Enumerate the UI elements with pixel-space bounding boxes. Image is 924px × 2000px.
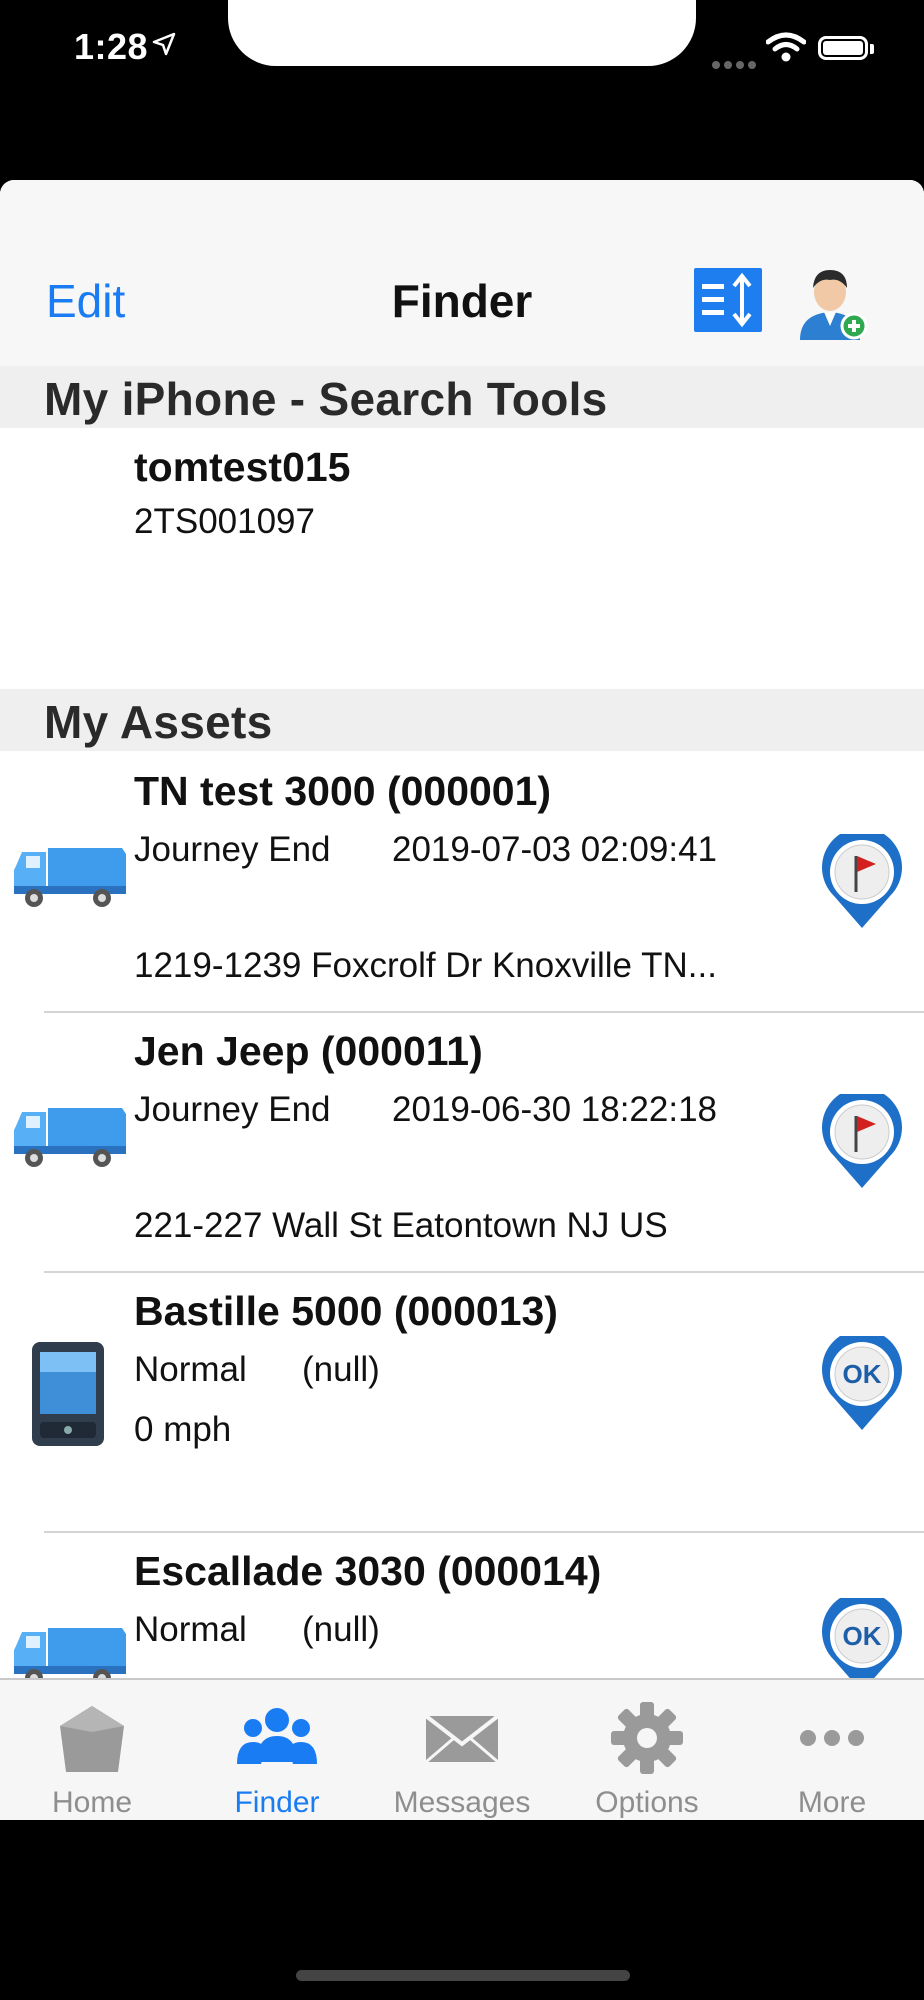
wifi-icon <box>766 32 806 62</box>
asset-timestamp: 2019-06-30 18:22:18 <box>392 1090 717 1129</box>
tab-label: Finder <box>234 1786 320 1819</box>
asset-timestamp: 2019-07-03 02:09:41 <box>392 830 717 869</box>
tab-home[interactable]: Home <box>0 1680 184 1820</box>
tab-options[interactable]: Options <box>555 1680 739 1820</box>
tab-finder[interactable]: Finder <box>185 1680 369 1820</box>
row-divider <box>44 1011 924 1013</box>
section-header-my-assets: My Assets <box>0 689 924 751</box>
row-divider <box>44 1531 924 1533</box>
gear-icon <box>611 1702 683 1774</box>
status-bar: 1:28 <box>0 0 924 180</box>
home-indicator[interactable] <box>296 1970 630 1981</box>
tab-bar: Home Finder Messages Options More <box>0 1678 924 1820</box>
asset-timestamp: (null) <box>302 1350 380 1389</box>
asset-address: 1219-1239 Foxcrolf Dr Knoxville TN... <box>134 946 717 985</box>
app-screen: Finder Edit My iPhone - Search Tools tom… <box>0 180 924 1820</box>
navigation-bar: Finder Edit <box>0 180 924 367</box>
tab-messages[interactable]: Messages <box>370 1680 554 1820</box>
asset-status: Normal <box>134 1610 247 1649</box>
device-name: tomtest015 <box>134 444 351 490</box>
asset-timestamp: (null) <box>302 1610 380 1649</box>
asset-status: Journey End <box>134 1090 331 1129</box>
location-arrow-icon <box>152 32 176 56</box>
notch <box>228 0 696 66</box>
row-divider <box>44 1271 924 1273</box>
page-title: Finder <box>391 275 533 327</box>
add-user-icon[interactable] <box>794 262 870 342</box>
asset-title: TN test 3000 (000001) <box>134 768 552 814</box>
sort-list-icon[interactable] <box>694 268 762 332</box>
tab-label: More <box>797 1786 867 1819</box>
ok-pin-icon[interactable]: OK <box>814 1336 910 1432</box>
ok-label: OK <box>843 1621 882 1651</box>
section-title: My Assets <box>44 696 273 748</box>
envelope-icon <box>424 1714 500 1764</box>
battery-tip <box>870 44 874 54</box>
device-id: 2TS001097 <box>134 502 315 541</box>
cellular-signal-icon <box>712 56 760 74</box>
asset-status: Journey End <box>134 830 331 869</box>
more-dots-icon <box>800 1730 864 1746</box>
asset-title: Bastille 5000 (000013) <box>134 1288 558 1334</box>
edit-button[interactable]: Edit <box>46 274 125 328</box>
tab-label: Home <box>51 1786 133 1819</box>
section-header-my-iphone: My iPhone - Search Tools <box>0 366 924 428</box>
asset-speed: 0 mph <box>134 1410 232 1449</box>
status-time: 1:28 <box>74 26 149 67</box>
asset-title: Jen Jeep (000011) <box>134 1028 483 1074</box>
people-icon <box>237 1708 317 1764</box>
truck-icon <box>14 848 126 907</box>
home-icon <box>60 1706 124 1772</box>
asset-status: Normal <box>134 1350 247 1389</box>
section-title: My iPhone - Search Tools <box>44 373 608 425</box>
battery-icon <box>818 36 868 60</box>
truck-icon <box>14 1108 126 1167</box>
ok-label: OK <box>843 1359 882 1389</box>
asset-title: Escallade 3030 (000014) <box>134 1548 602 1594</box>
flag-pin-icon[interactable] <box>814 834 910 930</box>
tab-more[interactable]: More <box>740 1680 924 1820</box>
tab-label: Options <box>595 1786 699 1819</box>
phone-device-icon <box>32 1342 104 1446</box>
tab-label: Messages <box>393 1786 531 1819</box>
asset-address: 221-227 Wall St Eatontown NJ US <box>134 1206 668 1245</box>
flag-pin-icon[interactable] <box>814 1094 910 1190</box>
